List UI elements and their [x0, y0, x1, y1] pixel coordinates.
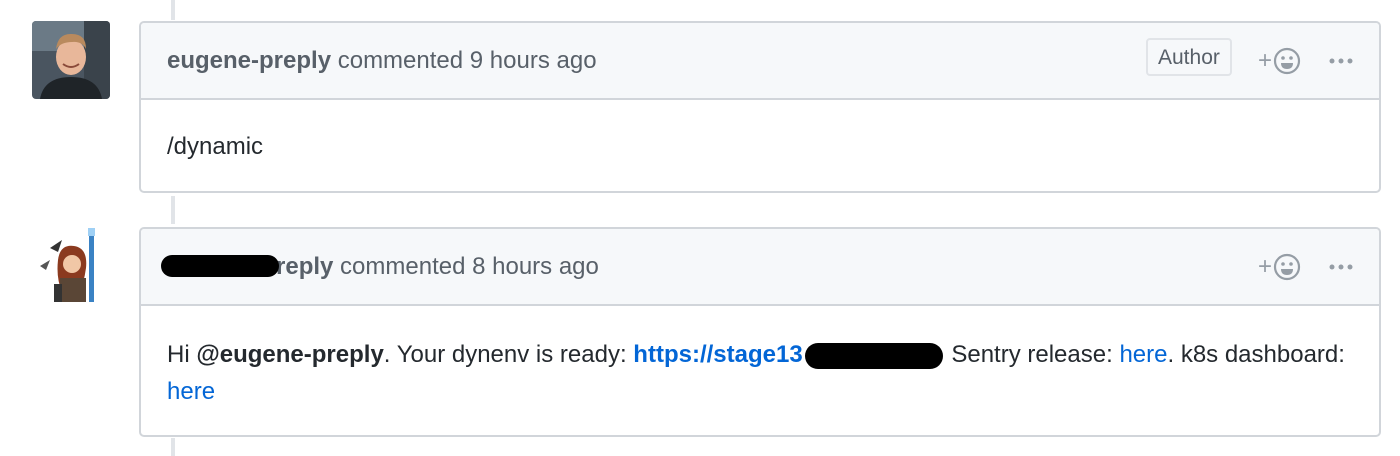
comment-meta: eugene-preply commented 9 hours ago: [167, 23, 597, 98]
comment-body: Hi @eugene-preply. Your dynenv is ready:…: [141, 306, 1379, 410]
plus-label: +: [1258, 47, 1273, 74]
comment-body: /dynamic: [141, 100, 1379, 165]
user-illustration: [32, 226, 110, 304]
comment-action: commented: [337, 47, 464, 74]
add-reaction-button[interactable]: +: [1258, 45, 1308, 77]
timeline: eugene-preply commented 9 hours ago Auth…: [0, 0, 1400, 456]
more-options-button[interactable]: [1327, 45, 1357, 77]
more-options-button[interactable]: [1327, 251, 1357, 283]
redaction-mark: [161, 254, 279, 277]
author-link[interactable]: reply: [161, 253, 333, 280]
avatar[interactable]: [32, 21, 110, 99]
timestamp-link[interactable]: 9 hours ago: [470, 47, 597, 74]
comment-header: eugene-preply commented 9 hours ago Auth…: [141, 23, 1379, 100]
author-link[interactable]: eugene-preply: [167, 47, 331, 74]
timeline-line: [171, 196, 175, 224]
user-photo: [32, 21, 110, 99]
kebab-icon: [1329, 264, 1353, 270]
sentry-release-link[interactable]: here: [1119, 341, 1167, 368]
body-text: Sentry release:: [951, 341, 1120, 368]
comment-card: reply commented 8 hours ago + Hi @eugene…: [139, 227, 1381, 437]
greeting-text: Hi: [167, 341, 197, 368]
smiley-icon: [1273, 47, 1301, 75]
redaction-mark: [804, 342, 943, 369]
timestamp-link[interactable]: 8 hours ago: [472, 253, 599, 280]
body-text: . k8s dashboard:: [1167, 341, 1345, 368]
author-suffix: reply: [276, 253, 334, 280]
user-mention[interactable]: @eugene-preply: [196, 341, 383, 368]
comment-header: reply commented 8 hours ago +: [141, 229, 1379, 306]
smiley-icon: [1273, 253, 1301, 281]
author-badge: Author: [1146, 38, 1232, 76]
add-reaction-button[interactable]: +: [1258, 251, 1308, 283]
comment-meta: reply commented 8 hours ago: [161, 229, 599, 304]
dynenv-url-link[interactable]: https://stage13: [633, 341, 802, 368]
comment-text: /dynamic: [167, 133, 264, 160]
plus-label: +: [1258, 253, 1273, 280]
kebab-icon: [1329, 58, 1353, 64]
avatar[interactable]: [32, 226, 110, 304]
timeline-line: [171, 438, 175, 456]
comment-action: commented: [340, 253, 466, 280]
comment-card: eugene-preply commented 9 hours ago Auth…: [139, 21, 1381, 193]
timeline-line: [171, 0, 175, 20]
k8s-dashboard-link[interactable]: here: [167, 378, 215, 405]
body-text: . Your dynenv is ready:: [383, 341, 634, 368]
